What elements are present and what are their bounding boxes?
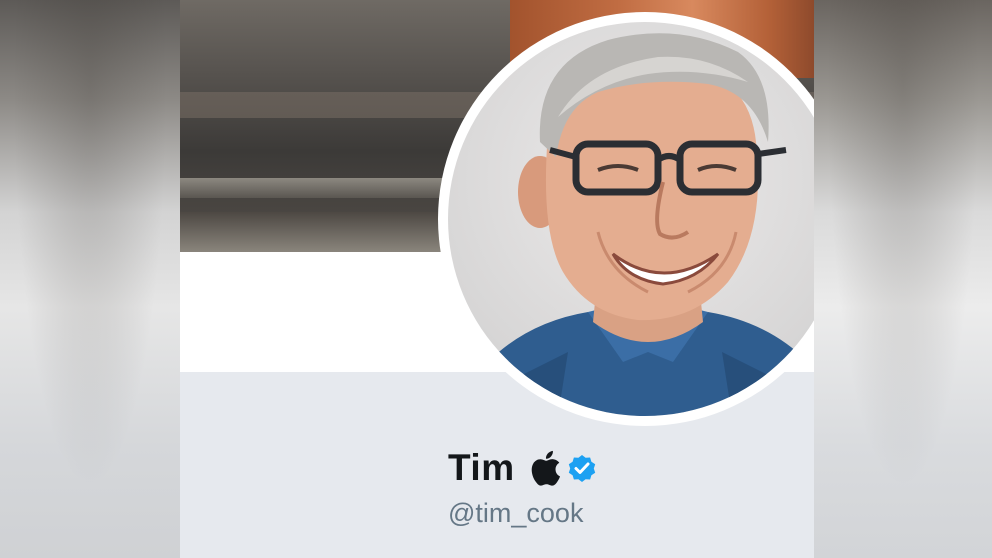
blurred-background-left: [0, 0, 180, 558]
profile-avatar[interactable]: [438, 12, 814, 426]
avatar-portrait-illustration: [448, 33, 814, 416]
profile-card: Tim @tim_cook: [180, 0, 814, 558]
screenshot-stage: Tim @tim_cook: [0, 0, 992, 558]
avatar-photo: [448, 22, 814, 416]
apple-logo-icon: [529, 449, 561, 487]
profile-name-row: Tim: [448, 446, 599, 490]
profile-display-name[interactable]: Tim: [448, 447, 515, 489]
blurred-background-right: [814, 0, 992, 558]
profile-handle[interactable]: @tim_cook: [448, 498, 583, 529]
verified-badge-icon: [565, 451, 599, 485]
